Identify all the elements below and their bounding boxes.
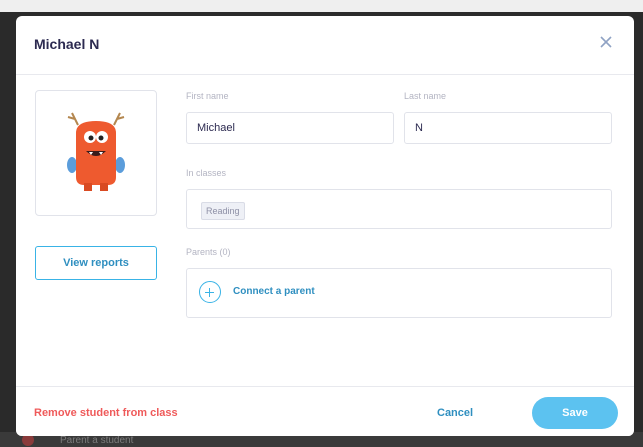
parents-section: Connect a parent bbox=[186, 268, 612, 318]
cancel-button[interactable]: Cancel bbox=[437, 407, 473, 419]
parents-label: Parents (0) bbox=[186, 247, 231, 257]
view-reports-button[interactable]: View reports bbox=[35, 246, 157, 280]
class-chip: Reading bbox=[201, 202, 245, 220]
student-modal: Michael N View reports First name Michae… bbox=[16, 16, 634, 436]
remove-student-button[interactable]: Remove student from class bbox=[34, 407, 178, 419]
modal-footer: Remove student from class Cancel Save bbox=[16, 386, 634, 436]
monster-avatar-icon bbox=[67, 112, 125, 191]
page-backdrop-top bbox=[0, 0, 643, 12]
classes-field[interactable]: Reading bbox=[186, 189, 612, 229]
page-backdrop-right bbox=[633, 12, 643, 432]
close-icon[interactable] bbox=[598, 34, 614, 50]
page-backdrop-left bbox=[0, 12, 10, 432]
plus-circle-icon bbox=[199, 281, 221, 303]
classes-label: In classes bbox=[186, 168, 227, 178]
modal-title: Michael N bbox=[34, 36, 100, 52]
avatar bbox=[35, 90, 157, 216]
background-row-text: Parent a student bbox=[60, 435, 134, 446]
first-name-label: First name bbox=[186, 91, 229, 101]
connect-parent-label: Connect a parent bbox=[233, 286, 315, 297]
last-name-field[interactable]: N bbox=[404, 112, 612, 144]
last-name-label: Last name bbox=[404, 91, 447, 101]
first-name-field[interactable]: Michael bbox=[186, 112, 394, 144]
save-button[interactable]: Save bbox=[532, 397, 618, 429]
modal-header: Michael N bbox=[16, 16, 634, 75]
